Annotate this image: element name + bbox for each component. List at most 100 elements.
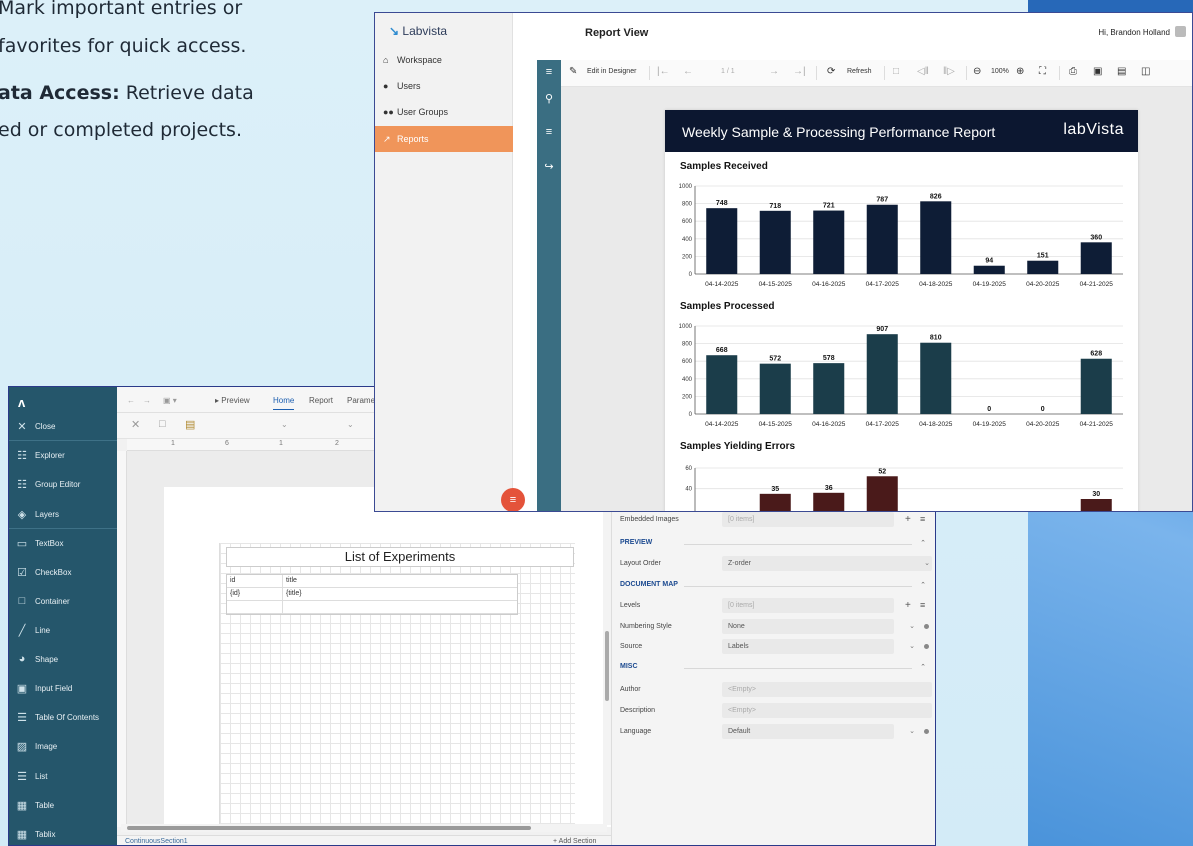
page-indicator[interactable]: 1 / 1: [721, 68, 735, 75]
horizontal-scrollbar[interactable]: [121, 824, 607, 832]
designer-sidebar-item-tablix[interactable]: ▦ Tablix: [9, 820, 117, 845]
avatar[interactable]: [1175, 26, 1186, 37]
previous-page-icon[interactable]: ←: [683, 66, 693, 77]
prop-input[interactable]: <Empty>: [722, 682, 932, 697]
tab-home[interactable]: Home: [273, 396, 295, 410]
reset-dot-icon[interactable]: [924, 729, 929, 734]
designer-sidebar-item-checkbox[interactable]: ☑ CheckBox: [9, 558, 117, 586]
edit-in-designer-button[interactable]: Edit in Designer: [587, 68, 636, 75]
designer-sidebar-item-line[interactable]: ╱ Line: [9, 616, 117, 644]
table-cell[interactable]: title: [283, 575, 297, 587]
forward-icon[interactable]: ‖▷: [943, 66, 955, 77]
preview-button[interactable]: ▸ Preview: [215, 396, 250, 405]
chevron-down-icon[interactable]: ⌄: [909, 642, 915, 650]
prop-value[interactable]: Default: [722, 724, 894, 739]
menu-icon[interactable]: ≡: [920, 600, 925, 610]
rewind-icon[interactable]: ◁‖: [917, 66, 929, 77]
designer-sidebar-item-table-of-contents[interactable]: ☰ Table Of Contents: [9, 703, 117, 731]
cut-icon[interactable]: ✕: [131, 418, 140, 431]
paste-icon[interactable]: ▤: [185, 418, 195, 431]
designer-sidebar-item-close[interactable]: ✕ Close: [9, 412, 117, 440]
table-cell[interactable]: [227, 601, 283, 613]
table-cell[interactable]: {id}: [227, 588, 283, 600]
scrollbar-thumb[interactable]: [127, 826, 531, 830]
undo-icon[interactable]: ←: [127, 396, 135, 405]
hamburger-icon[interactable]: ≡: [537, 66, 561, 78]
section-tab[interactable]: ContinuousSection1: [125, 838, 188, 845]
section-header-document-map[interactable]: DOCUMENT MAP ⌃: [620, 581, 930, 595]
scrollbar-thumb[interactable]: [605, 631, 609, 701]
copy-icon[interactable]: □: [893, 66, 899, 77]
designer-sidebar-item-list[interactable]: ☰ List: [9, 762, 117, 790]
size-dropdown-icon[interactable]: ⌄: [347, 420, 354, 429]
table-row[interactable]: {id} {title}: [227, 588, 517, 601]
user-greeting[interactable]: Hi, Brandon Holland: [1098, 28, 1170, 37]
menu-icon[interactable]: ≡: [920, 514, 925, 524]
prop-value[interactable]: None: [722, 619, 894, 634]
tablix-icon: ▦: [16, 828, 28, 841]
copy-icon[interactable]: □: [159, 418, 166, 430]
last-page-icon[interactable]: →|: [793, 66, 806, 77]
table-cell[interactable]: [283, 601, 286, 613]
chevron-down-icon[interactable]: ⌄: [924, 559, 930, 567]
add-section-button[interactable]: + Add Section: [553, 838, 596, 845]
chevron-down-icon[interactable]: ⌄: [909, 727, 915, 735]
zoom-level[interactable]: 100%: [991, 68, 1009, 75]
table-cell[interactable]: {title}: [283, 588, 302, 600]
pencil-icon[interactable]: ✎: [569, 66, 577, 77]
toc-icon[interactable]: ≡: [537, 126, 561, 138]
designer-sidebar-item-image[interactable]: ▨ Image: [9, 732, 117, 760]
table-row[interactable]: id title: [227, 575, 517, 588]
print-icon[interactable]: ⎙: [1069, 66, 1077, 77]
table-cell[interactable]: id: [227, 575, 283, 587]
sidebar-item-users[interactable]: ● Users: [375, 73, 513, 99]
section-header-preview[interactable]: PREVIEW ⌃: [620, 539, 930, 553]
sidebar-item-workspace[interactable]: ⌂ Workspace: [375, 47, 513, 73]
prop-value[interactable]: Labels: [722, 639, 894, 654]
table-row[interactable]: [227, 601, 517, 614]
save-icon[interactable]: ▣ ▾: [163, 396, 177, 405]
add-icon[interactable]: +: [905, 600, 911, 611]
section-header-misc[interactable]: MISC ⌃: [620, 663, 930, 677]
experiments-table[interactable]: id title {id} {title}: [226, 574, 518, 615]
designer-sidebar-item-textbox[interactable]: ▭ TextBox: [9, 529, 117, 557]
chevron-up-icon[interactable]: ⌃: [920, 581, 926, 589]
designer-sidebar-item-layers[interactable]: ◈ Layers: [9, 500, 117, 528]
sidebar-item-reports[interactable]: ↗ Reports: [375, 126, 513, 152]
refresh-icon[interactable]: ⟳: [827, 66, 835, 77]
designer-sidebar-item-table[interactable]: ▦ Table: [9, 791, 117, 819]
designer-sidebar-item-shape[interactable]: ◕ Shape: [9, 645, 117, 673]
sidebar-item-user-groups[interactable]: ●● User Groups: [375, 99, 513, 125]
zoom-out-icon[interactable]: ⊖: [973, 66, 981, 77]
chevron-down-icon[interactable]: ⌄: [909, 622, 915, 630]
redo-icon[interactable]: →: [143, 396, 151, 405]
single-page-view-icon[interactable]: ▣: [1093, 66, 1102, 77]
font-dropdown-icon[interactable]: ⌄: [281, 420, 288, 429]
search-icon[interactable]: ⚲: [537, 92, 561, 105]
export-icon[interactable]: ↪: [537, 160, 561, 173]
first-page-icon[interactable]: |←: [657, 66, 670, 77]
prop-value[interactable]: [0 items]: [722, 598, 894, 613]
designer-sidebar-item-explorer[interactable]: ☷ Explorer: [9, 441, 117, 469]
chevron-up-icon[interactable]: ⌃: [920, 539, 926, 547]
reset-dot-icon[interactable]: [924, 624, 929, 629]
add-icon[interactable]: +: [905, 514, 911, 525]
gallery-view-icon[interactable]: ◫: [1141, 66, 1150, 77]
designer-sidebar-item-input-field[interactable]: ▣ Input Field: [9, 674, 117, 702]
reset-dot-icon[interactable]: [924, 644, 929, 649]
floating-list-button[interactable]: ≡: [501, 488, 525, 511]
report-title-textbox[interactable]: List of Experiments: [226, 547, 574, 567]
prop-value[interactable]: Z-order: [722, 556, 932, 571]
prop-value[interactable]: [0 items]: [722, 512, 894, 527]
app-brand[interactable]: ↘ Labvista: [389, 24, 447, 38]
designer-sidebar-item-group-editor[interactable]: ☷ Group Editor: [9, 470, 117, 498]
next-page-icon[interactable]: →: [769, 66, 779, 77]
prop-input[interactable]: <Empty>: [722, 703, 932, 718]
refresh-button[interactable]: Refresh: [847, 68, 872, 75]
fullscreen-icon[interactable]: ⛶: [1039, 66, 1046, 77]
tab-report[interactable]: Report: [309, 396, 333, 405]
zoom-in-icon[interactable]: ⊕: [1016, 66, 1024, 77]
chevron-up-icon[interactable]: ⌃: [920, 663, 926, 671]
continuous-view-icon[interactable]: ▤: [1117, 66, 1126, 77]
designer-sidebar-item-container[interactable]: □ Container: [9, 587, 117, 615]
